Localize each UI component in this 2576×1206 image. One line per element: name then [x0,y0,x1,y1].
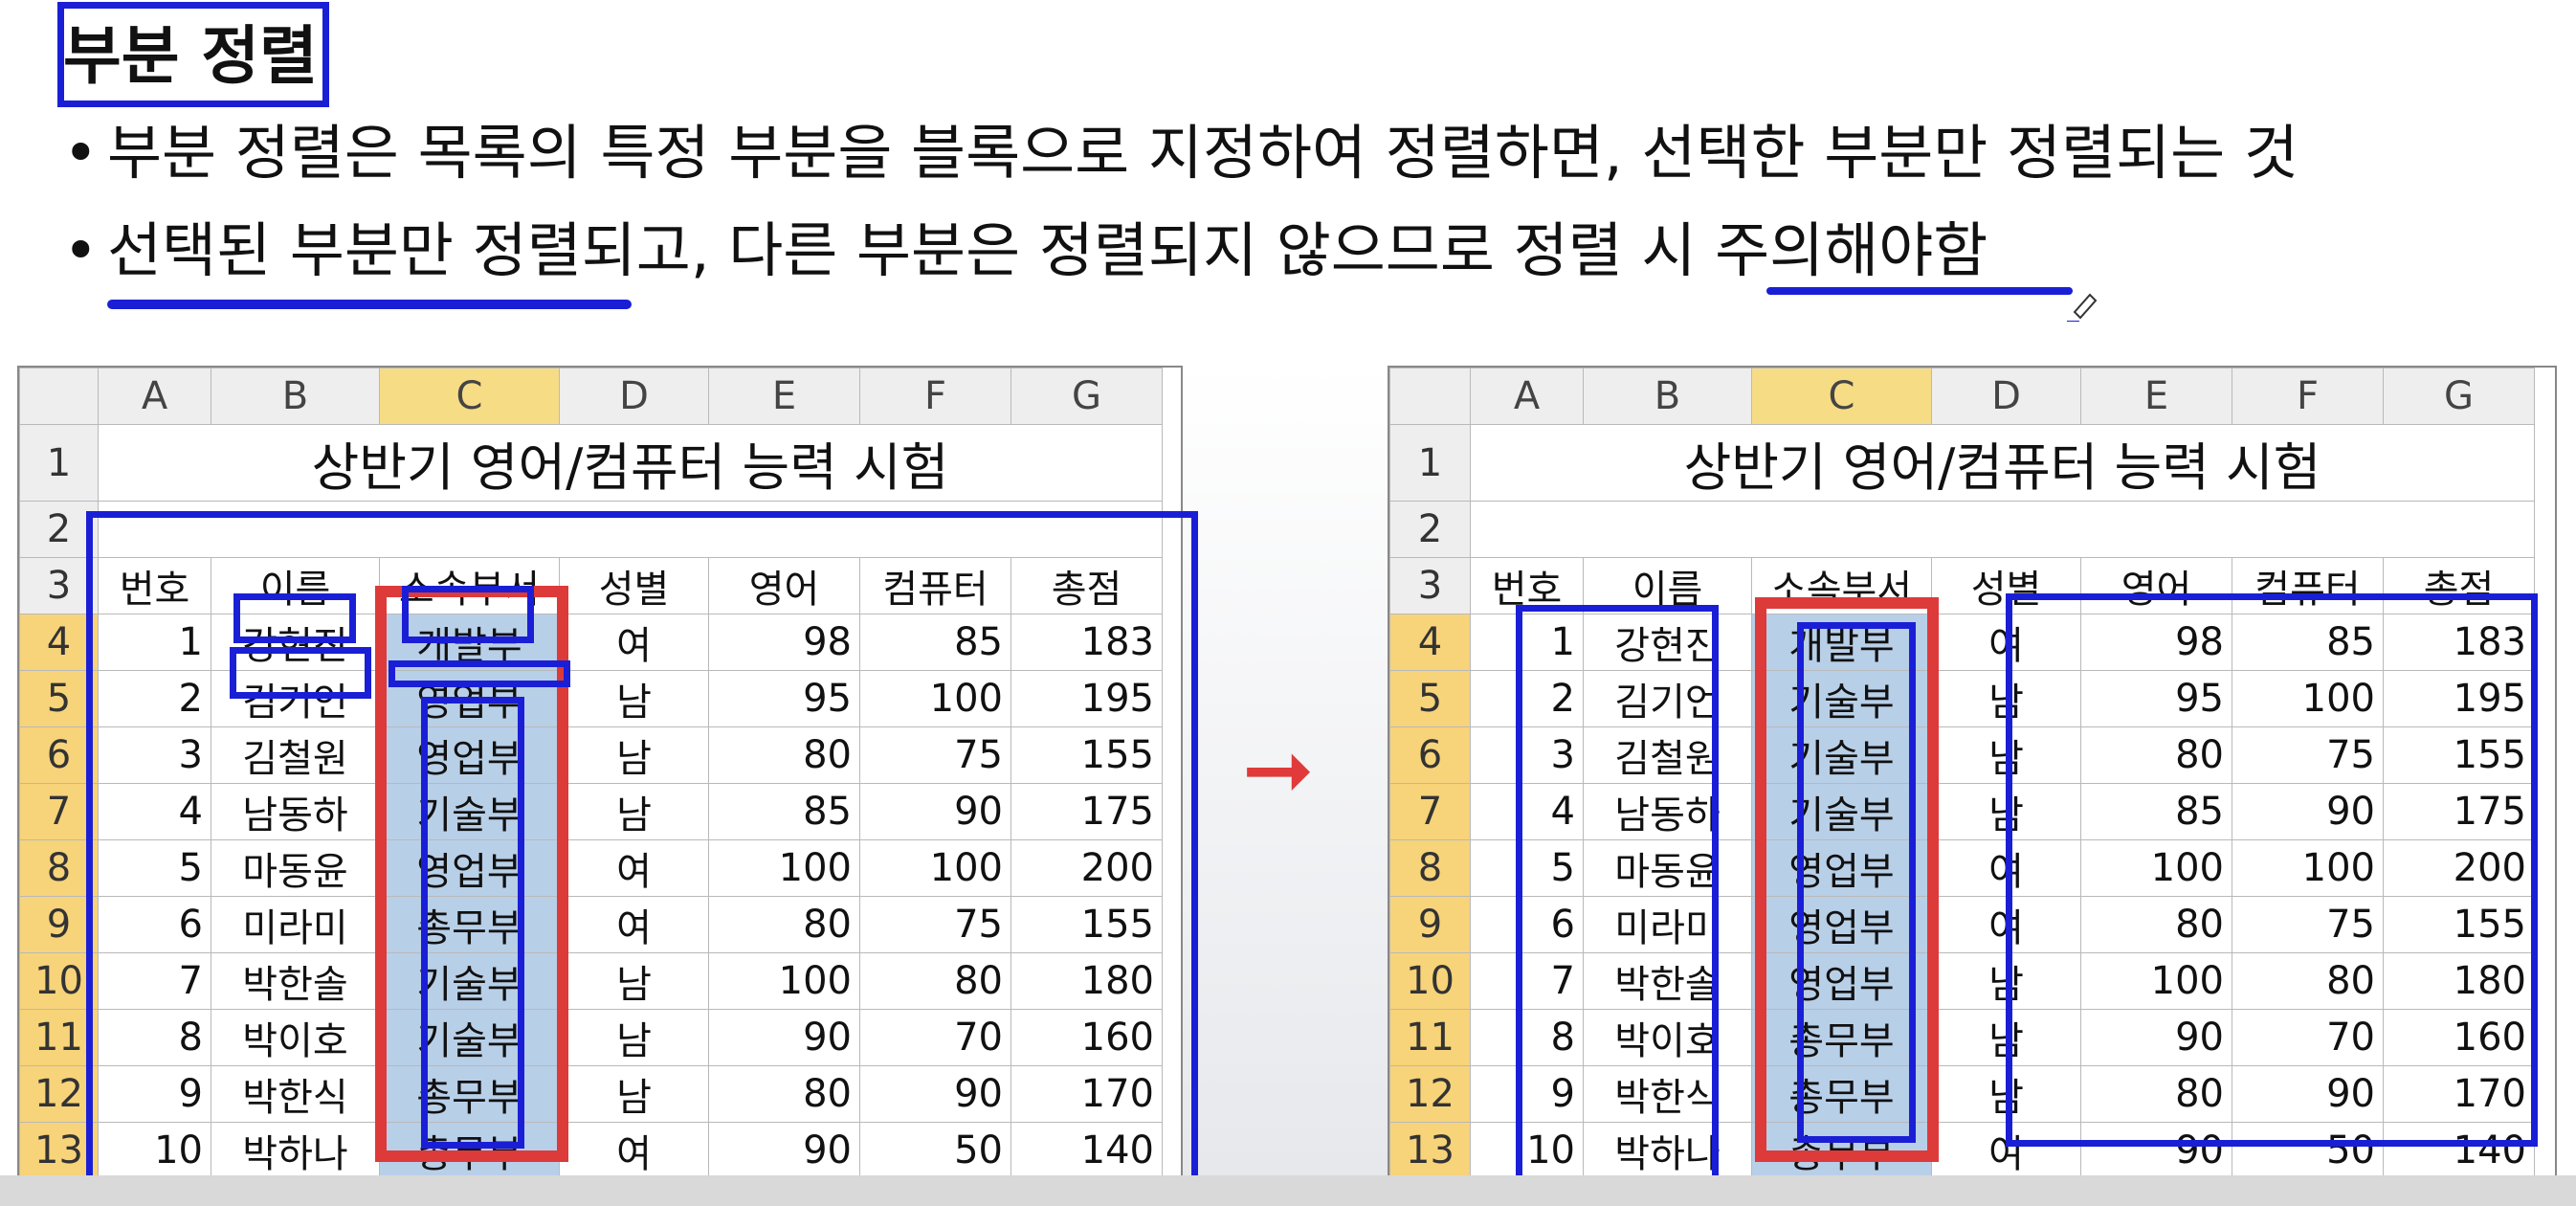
row-header[interactable]: 5 [1389,670,1471,727]
bottom-bar [0,1175,2576,1206]
bullet-text-1: 부분 정렬은 목록의 특정 부분을 블록으로 지정하여 정렬하면, 선택한 부분… [107,118,2298,188]
row-header[interactable]: 2 [1389,501,1471,558]
bullet-marker: • [63,215,99,285]
column-header-c[interactable]: C [1751,368,1932,425]
bullet-item-2: • 선택된 부분만 정렬되고, 다른 부분은 정렬되지 않으므로 정렬 시 주의해… [63,212,1988,289]
row-header[interactable]: 4 [1389,614,1471,671]
annotation-scores-box [2006,593,2538,1147]
empty-row[interactable] [1470,501,2535,558]
bullet-text-2: 선택된 부분만 정렬되고, 다른 부분은 정렬되지 않으므로 정렬 시 주의해야… [107,215,1988,285]
sheet-title-cell[interactable]: 상반기 영어/컴퓨터 능력 시험 [98,424,1163,502]
column-header-d[interactable]: D [1931,368,2081,425]
annotation-selection-box [1797,622,1916,1143]
arrow-right-icon: ➞ [1242,720,1315,820]
row-header[interactable]: 7 [1389,783,1471,840]
row-header[interactable]: 10 [1389,952,1471,1010]
row-header[interactable]: 11 [1389,1009,1471,1066]
column-header-f[interactable]: F [2232,368,2384,425]
column-header-c[interactable]: C [379,368,560,425]
column-header-f[interactable]: F [859,368,1011,425]
underline-annotation-1 [107,300,632,309]
column-header-e[interactable]: E [2080,368,2232,425]
annotation-name-box [233,593,356,643]
row-header[interactable]: 9 [1389,896,1471,953]
annotation-name-column-box [1516,605,1719,1198]
column-header-g[interactable]: G [2383,368,2535,425]
select-all-corner[interactable] [19,368,99,425]
underline-annotation-2 [1766,287,2073,295]
sheet-title-cell[interactable]: 상반기 영어/컴퓨터 능력 시험 [1470,424,2535,502]
row-header[interactable]: 8 [1389,839,1471,897]
annotation-selection-box [421,697,524,1149]
column-header-d[interactable]: D [559,368,709,425]
column-header-b[interactable]: B [211,368,380,425]
row-header[interactable]: 3 [1389,557,1471,614]
column-header-a[interactable]: A [98,368,211,425]
annotation-name-box [230,647,371,699]
row-header[interactable]: 12 [1389,1065,1471,1123]
row-header[interactable]: 13 [1389,1122,1471,1177]
column-header-a[interactable]: A [1470,368,1584,425]
column-header-e[interactable]: E [708,368,860,425]
bullet-item-1: • 부분 정렬은 목록의 특정 부분을 블록으로 지정하여 정렬하면, 선택한 부… [63,115,2298,191]
annotation-cell-box [402,586,534,643]
row-header[interactable]: 6 [1389,726,1471,784]
select-all-corner[interactable] [1389,368,1471,425]
column-header-g[interactable]: G [1010,368,1163,425]
bullet-marker: • [63,118,99,188]
annotation-cell-box [389,660,570,687]
row-header[interactable]: 1 [19,424,99,502]
column-header-b[interactable]: B [1583,368,1752,425]
row-header[interactable]: 1 [1389,424,1471,502]
page-heading: 부분 정렬 [63,19,318,93]
pen-cursor-icon [2067,293,2098,322]
